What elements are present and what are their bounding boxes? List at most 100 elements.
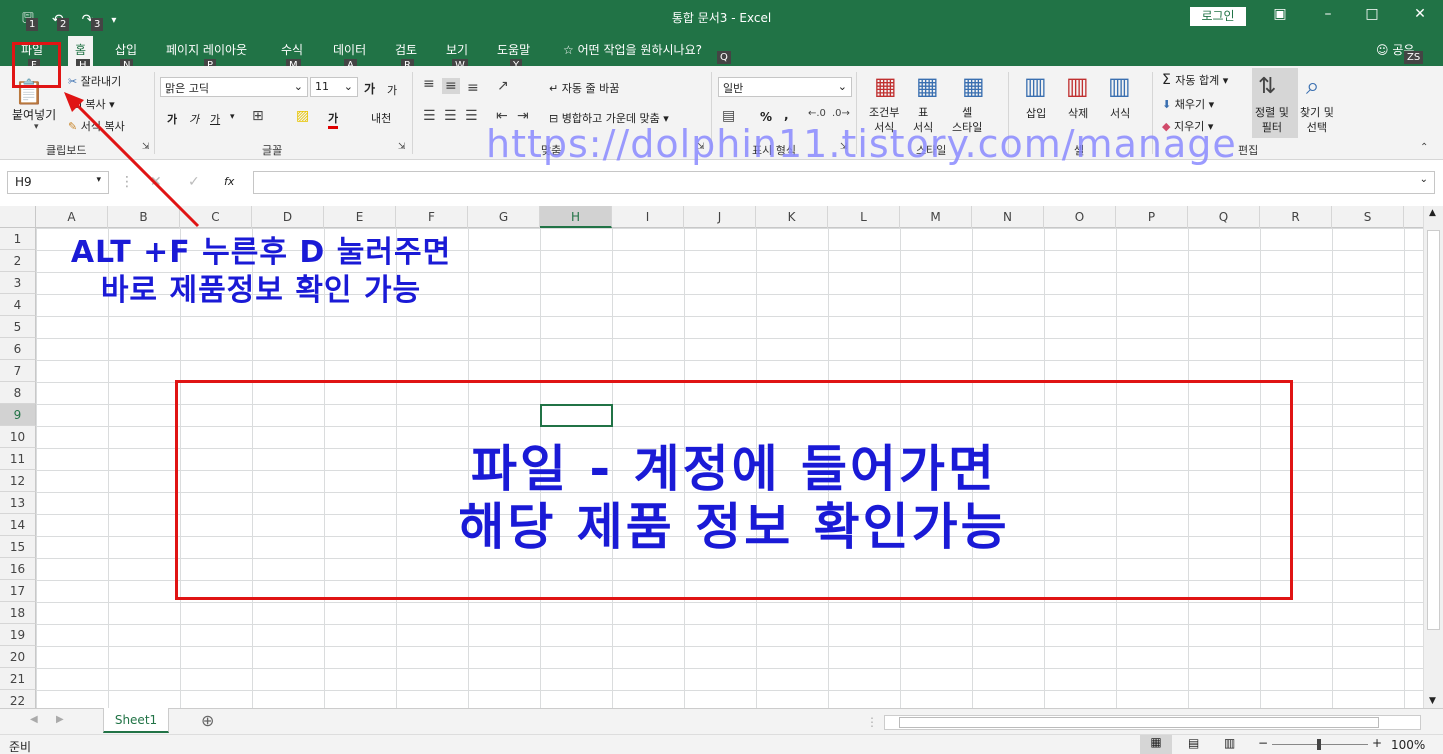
format-cells-icon[interactable]: ▥ [1108, 72, 1131, 100]
align-left-icon[interactable]: ☰ [423, 108, 436, 124]
decrease-decimal-icon[interactable]: .0→ [832, 108, 850, 119]
tab-data[interactable]: 데이터 [333, 41, 366, 58]
column-header[interactable]: E [324, 206, 396, 228]
row-header[interactable]: 14 [0, 514, 36, 536]
wrap-text-button[interactable]: ↵ 자동 줄 바꿈 [549, 80, 619, 96]
select-all-corner[interactable] [0, 206, 36, 228]
zoom-out-icon[interactable]: − [1258, 736, 1268, 750]
zoom-in-icon[interactable]: + [1372, 736, 1382, 750]
column-header[interactable]: S [1332, 206, 1404, 228]
scroll-up-icon[interactable]: ▲ [1429, 208, 1436, 218]
delete-cells-button[interactable]: 삭제 [1068, 105, 1088, 121]
paste-button[interactable]: 붙여넣기 [12, 106, 56, 123]
row-header[interactable]: 18 [0, 602, 36, 624]
insert-function-button[interactable]: fx [224, 175, 234, 188]
column-header[interactable]: B [108, 206, 180, 228]
align-bottom-icon[interactable]: ≡ [467, 80, 479, 96]
insert-cells-icon[interactable]: ▥ [1024, 72, 1047, 100]
scroll-down-icon[interactable]: ▼ [1429, 696, 1436, 706]
tab-page-layout[interactable]: 페이지 레이아웃 [166, 41, 247, 58]
login-button[interactable]: 로그인 [1190, 7, 1246, 26]
align-top-icon[interactable]: ≡ [423, 76, 435, 92]
tell-me-box[interactable]: ☆ 어떤 작업을 원하시나요? [563, 41, 702, 58]
column-header[interactable]: O [1044, 206, 1116, 228]
row-header[interactable]: 8 [0, 382, 36, 404]
row-header[interactable]: 1 [0, 228, 36, 250]
find-select-button[interactable]: 찾기 및 선택 [1300, 105, 1334, 135]
format-cells-button[interactable]: 서식 [1110, 105, 1130, 121]
font-size-combo[interactable]: 11 ⌄ [310, 77, 358, 97]
horizontal-scrollbar[interactable] [884, 715, 1421, 730]
tab-help[interactable]: 도움말 [497, 41, 530, 58]
align-center-icon[interactable]: ☰ [444, 108, 457, 124]
font-color-button[interactable]: 가 [328, 110, 339, 129]
zoom-slider-thumb[interactable] [1317, 739, 1321, 750]
vertical-scrollbar[interactable]: ▲ ▼ [1423, 206, 1443, 708]
chevron-down-icon[interactable]: ⌄ [1420, 174, 1428, 185]
fill-button[interactable]: ⬇ 채우기 ▾ [1162, 96, 1214, 112]
maximize-icon[interactable]: □ [1362, 6, 1382, 22]
row-header[interactable]: 13 [0, 492, 36, 514]
cut-button[interactable]: ✂ 잘라내기 [68, 73, 121, 89]
sort-filter-icon[interactable]: ⇅ [1258, 74, 1276, 99]
row-header[interactable]: 16 [0, 558, 36, 580]
autosum-button[interactable]: Σ 자동 합계 ▾ [1162, 72, 1228, 88]
column-header[interactable]: M [900, 206, 972, 228]
column-header[interactable]: C [180, 206, 252, 228]
normal-view-icon[interactable]: ▦ [1140, 735, 1172, 754]
cancel-icon[interactable]: ✕ [150, 174, 162, 190]
row-header[interactable]: 12 [0, 470, 36, 492]
column-header[interactable]: F [396, 206, 468, 228]
minimize-icon[interactable]: – [1318, 6, 1338, 22]
page-layout-view-icon[interactable]: ▤ [1188, 736, 1199, 750]
column-header[interactable]: J [684, 206, 756, 228]
border-icon[interactable]: ⊞ [252, 108, 264, 124]
formula-input[interactable]: ⌄ [253, 171, 1435, 194]
tab-insert[interactable]: 삽입 [115, 41, 137, 58]
tab-view[interactable]: 보기 [446, 41, 468, 58]
scroll-thumb[interactable] [899, 717, 1379, 728]
row-header[interactable]: 6 [0, 338, 36, 360]
phonetic-button[interactable]: 내천 [371, 110, 391, 126]
column-header[interactable]: Q [1188, 206, 1260, 228]
number-format-combo[interactable]: 일반 ⌄ [718, 77, 852, 97]
row-header[interactable]: 19 [0, 624, 36, 646]
ribbon-display-options-icon[interactable]: ▣ [1270, 6, 1290, 22]
font-launcher-icon[interactable]: ⇲ [398, 142, 406, 152]
column-header[interactable]: G [468, 206, 540, 228]
row-header[interactable]: 2 [0, 250, 36, 272]
row-header[interactable]: 17 [0, 580, 36, 602]
grow-font-button[interactable]: 가 [364, 80, 375, 97]
column-header[interactable]: D [252, 206, 324, 228]
increase-decimal-icon[interactable]: ←.0 [808, 108, 826, 119]
underline-button[interactable]: 가 [210, 111, 220, 127]
align-right-icon[interactable]: ☰ [465, 108, 478, 124]
sheet-next-icon[interactable]: ▶ [56, 714, 64, 725]
font-name-combo[interactable]: 맑은 고딕 ⌄ [160, 77, 308, 97]
collapse-ribbon-icon[interactable]: ⌃ [1420, 142, 1428, 153]
row-header[interactable]: 10 [0, 426, 36, 448]
split-handle[interactable]: ⋮ [866, 715, 878, 729]
column-header[interactable]: I [612, 206, 684, 228]
column-header[interactable]: L [828, 206, 900, 228]
sort-filter-button[interactable]: 정렬 및 필터 [1255, 105, 1289, 135]
format-as-table-icon[interactable]: ▦ [916, 72, 939, 100]
row-header[interactable]: 11 [0, 448, 36, 470]
row-header[interactable]: 7 [0, 360, 36, 382]
bold-button[interactable]: 가 [167, 111, 177, 127]
format-painter-button[interactable]: ✎ 서식 복사 [68, 118, 125, 134]
fill-color-icon[interactable]: ▨ [296, 108, 309, 124]
italic-button[interactable]: 가 [189, 111, 199, 127]
align-middle-icon[interactable]: ≡ [442, 78, 460, 94]
row-header[interactable]: 20 [0, 646, 36, 668]
insert-cells-button[interactable]: 삽입 [1026, 105, 1046, 121]
delete-cells-icon[interactable]: ▥ [1066, 72, 1089, 100]
underline-dropdown-icon[interactable]: ▾ [230, 112, 235, 122]
name-box[interactable]: H9 ▾ [7, 171, 109, 194]
row-header[interactable]: 4 [0, 294, 36, 316]
row-header[interactable]: 3 [0, 272, 36, 294]
column-header[interactable]: K [756, 206, 828, 228]
orientation-icon[interactable]: ↗ [497, 78, 509, 94]
enter-icon[interactable]: ✓ [188, 174, 200, 190]
column-header[interactable]: A [36, 206, 108, 228]
